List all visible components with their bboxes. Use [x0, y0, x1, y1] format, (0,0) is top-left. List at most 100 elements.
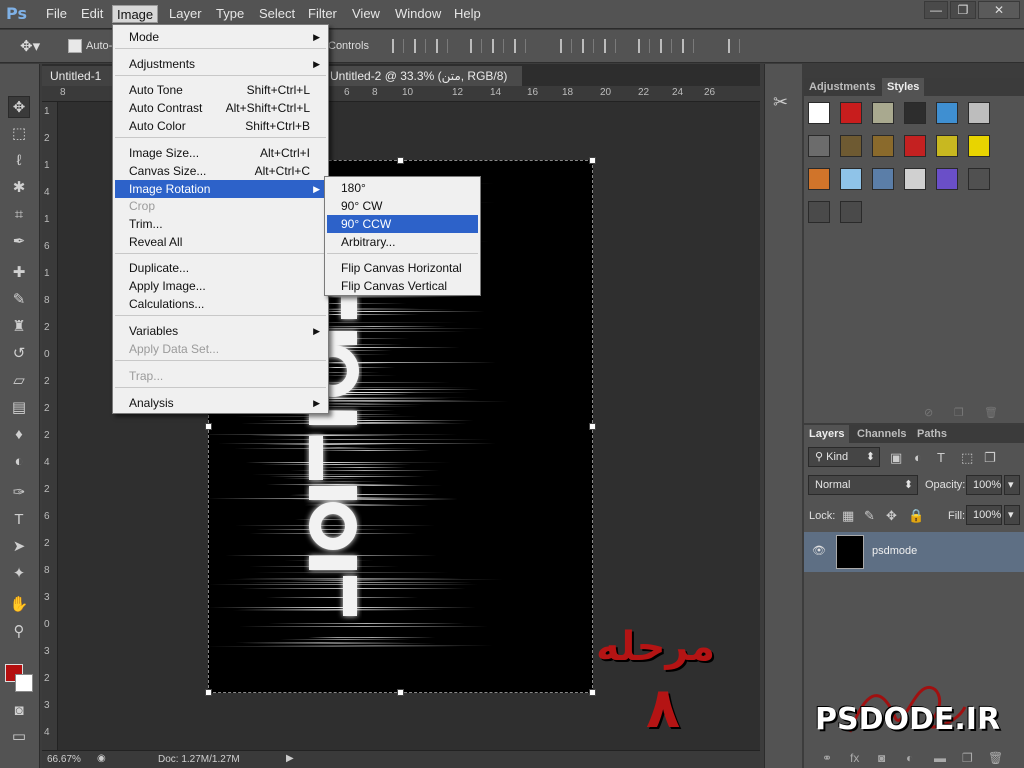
trash-icon[interactable]: 🗑 — [984, 406, 998, 419]
crop-tool-icon[interactable]: ⌗ — [8, 204, 30, 226]
menu-item-flip-vertical[interactable]: Flip Canvas Vertical — [327, 277, 478, 295]
clone-stamp-tool-icon[interactable]: ♜ — [8, 316, 30, 338]
style-swatch[interactable] — [840, 102, 862, 124]
distribute-left-icon[interactable] — [638, 39, 650, 53]
align-top-icon[interactable] — [392, 39, 404, 53]
shape-tool-icon[interactable]: ✦ — [8, 563, 30, 585]
menu-view[interactable]: View — [348, 5, 384, 23]
align-left-icon[interactable] — [470, 39, 482, 53]
transform-handle[interactable] — [589, 423, 596, 430]
eyedropper-tool-icon[interactable]: ✒ — [8, 231, 30, 253]
new-group-icon[interactable]: ▬ — [934, 751, 946, 765]
menu-item-calculations[interactable]: Calculations... — [115, 295, 326, 313]
menu-item-auto-color[interactable]: Auto Color Shift+Ctrl+B — [115, 117, 326, 135]
style-swatch[interactable] — [936, 102, 958, 124]
screen-mode-icon[interactable]: ▭ — [8, 726, 30, 748]
menu-item-image-rotation[interactable]: Image Rotation ▶ — [115, 180, 326, 198]
transform-handle[interactable] — [589, 689, 596, 696]
new-style-icon[interactable]: ❐ — [954, 406, 964, 419]
menu-item-arbitrary[interactable]: Arbitrary... — [327, 233, 478, 251]
menu-item-auto-tone[interactable]: Auto Tone Shift+Ctrl+L — [115, 81, 326, 99]
background-color-swatch[interactable] — [15, 674, 33, 692]
history-brush-tool-icon[interactable]: ↺ — [8, 343, 30, 365]
style-swatch[interactable] — [936, 135, 958, 157]
style-swatch[interactable] — [808, 201, 830, 223]
tool-presets-icon[interactable]: ✂ — [773, 92, 788, 113]
delete-layer-icon[interactable]: 🗑 — [988, 751, 1003, 765]
lock-all-icon[interactable]: 🔒 — [908, 508, 924, 524]
style-swatch[interactable] — [840, 135, 862, 157]
menu-item-flip-horizontal[interactable]: Flip Canvas Horizontal — [327, 259, 478, 277]
filter-type-icon[interactable]: T — [937, 450, 945, 465]
type-tool-icon[interactable]: T — [8, 509, 30, 531]
gradient-tool-icon[interactable]: ▤ — [8, 397, 30, 419]
style-swatch[interactable] — [808, 168, 830, 190]
style-swatch[interactable] — [904, 102, 926, 124]
style-swatch[interactable] — [840, 201, 862, 223]
tab-channels[interactable]: Channels — [852, 425, 912, 443]
menu-item-apply-data-set[interactable]: Apply Data Set... — [115, 340, 326, 358]
new-layer-icon[interactable]: ❐ — [962, 751, 973, 765]
lock-transparency-icon[interactable]: ▦ — [842, 508, 854, 524]
style-swatch[interactable] — [968, 135, 990, 157]
auto-select-checkbox[interactable] — [68, 39, 82, 53]
fill-dropdown-icon[interactable]: ▾ — [1004, 505, 1020, 525]
opacity-dropdown-icon[interactable]: ▾ — [1004, 475, 1020, 495]
transform-handle[interactable] — [589, 157, 596, 164]
style-swatch[interactable] — [968, 102, 990, 124]
fill-input[interactable]: 100% — [966, 505, 1002, 525]
filter-pixel-icon[interactable]: ▣ — [890, 450, 902, 466]
menu-item-rotate-180[interactable]: 180° — [327, 179, 478, 197]
transform-handle[interactable] — [205, 423, 212, 430]
distribute-right-icon[interactable] — [682, 39, 694, 53]
transform-handle[interactable] — [205, 689, 212, 696]
style-swatch[interactable] — [808, 102, 830, 124]
distribute-bottom-icon[interactable] — [604, 39, 616, 53]
menu-image[interactable]: Image — [112, 5, 159, 23]
menu-filter[interactable]: Filter — [304, 5, 341, 23]
hand-tool-icon[interactable]: ✋ — [8, 594, 30, 616]
menu-item-variables[interactable]: Variables ▶ — [115, 322, 326, 340]
style-swatch[interactable] — [840, 168, 862, 190]
layer-style-fx-icon[interactable]: fx — [850, 751, 859, 765]
link-layers-icon[interactable]: ⚭ — [822, 751, 832, 765]
menu-item-adjustments[interactable]: Adjustments ▶ — [115, 55, 326, 73]
lasso-tool-icon[interactable]: ℓ — [8, 150, 30, 172]
menu-item-analysis[interactable]: Analysis ▶ — [115, 394, 326, 412]
layer-name[interactable]: psdmode — [872, 545, 917, 557]
distribute-vcenter-icon[interactable] — [582, 39, 594, 53]
tab-paths[interactable]: Paths — [912, 425, 952, 443]
minimize-button[interactable]: — — [924, 1, 948, 19]
blur-tool-icon[interactable]: ♦ — [8, 424, 30, 446]
layer-row[interactable]: 👁 psdmode — [804, 532, 1024, 572]
distribute-hcenter-icon[interactable] — [660, 39, 672, 53]
move-tool-preset-icon[interactable]: ✥▾ — [20, 37, 40, 55]
menu-item-rotate-90-ccw[interactable]: 90° CCW — [327, 215, 478, 233]
blend-mode-select[interactable]: Normal ⬍ — [808, 475, 918, 495]
menu-item-image-size[interactable]: Image Size... Alt+Ctrl+I — [115, 144, 326, 162]
menu-type[interactable]: Type — [212, 5, 248, 23]
zoom-tool-icon[interactable]: ⚲ — [8, 621, 30, 643]
menu-item-trim[interactable]: Trim... — [115, 215, 326, 233]
close-button[interactable]: ✕ — [978, 1, 1020, 19]
healing-brush-tool-icon[interactable]: ✚ — [8, 262, 30, 284]
menu-item-mode[interactable]: Mode ▶ — [115, 28, 326, 46]
style-swatch[interactable] — [872, 168, 894, 190]
brush-tool-icon[interactable]: ✎ — [8, 289, 30, 311]
lock-position-icon[interactable]: ✥ — [886, 508, 897, 524]
menu-layer[interactable]: Layer — [165, 5, 206, 23]
menu-item-reveal-all[interactable]: Reveal All — [115, 233, 326, 251]
tab-styles[interactable]: Styles — [882, 78, 925, 96]
menu-item-auto-contrast[interactable]: Auto Contrast Alt+Shift+Ctrl+L — [115, 99, 326, 117]
magic-wand-tool-icon[interactable]: ✱ — [8, 177, 30, 199]
quick-mask-icon[interactable]: ◙ — [8, 700, 30, 722]
menu-window[interactable]: Window — [391, 5, 445, 23]
add-mask-icon[interactable]: ◙ — [878, 751, 885, 765]
layer-kind-filter[interactable]: ⚲ Kind ⬍ — [808, 447, 880, 467]
menu-select[interactable]: Select — [255, 5, 299, 23]
menu-item-apply-image[interactable]: Apply Image... — [115, 277, 326, 295]
filter-smart-object-icon[interactable]: ❐ — [984, 450, 996, 466]
menu-edit[interactable]: Edit — [77, 5, 107, 23]
style-swatch[interactable] — [936, 168, 958, 190]
menu-item-duplicate[interactable]: Duplicate... — [115, 259, 326, 277]
